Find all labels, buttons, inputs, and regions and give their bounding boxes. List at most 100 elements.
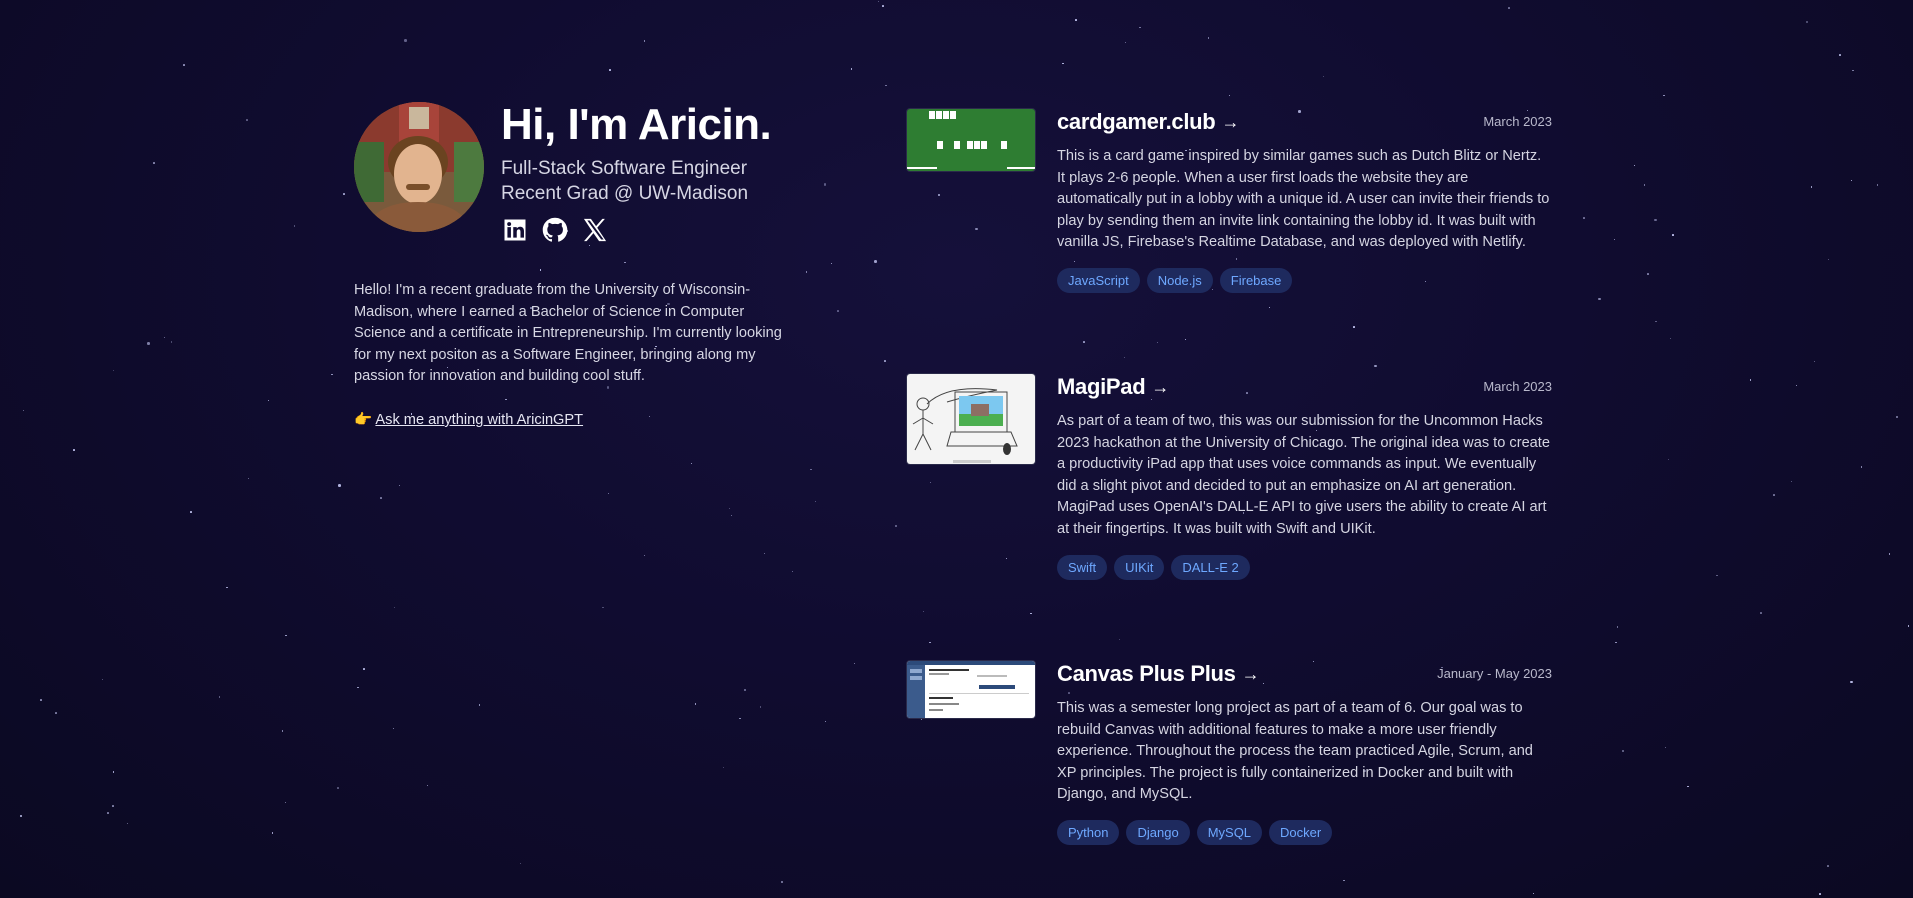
star [1810,186,1813,188]
tag: UIKit [1114,554,1165,580]
linkedin-link[interactable] [501,216,529,244]
star [127,823,129,825]
star [1207,37,1209,39]
star [183,64,185,66]
star [1838,54,1841,56]
star [1582,216,1585,219]
project-tags: Python Django MySQL Docker [1057,819,1552,845]
star [602,606,604,609]
star [107,812,109,815]
tag: Python [1057,819,1120,845]
github-link[interactable] [541,216,569,244]
star [1613,239,1615,241]
star [226,586,228,588]
project-description: This was a semester long project as part… [1057,700,1533,803]
tag: Django [1126,819,1190,845]
project-title-link[interactable]: MagiPad → [1057,373,1169,401]
star [1062,62,1064,65]
star [1268,307,1270,309]
star [1616,626,1619,628]
star [1687,785,1689,788]
star [1805,20,1809,24]
star [1773,494,1775,496]
star [112,369,115,372]
star [337,787,339,789]
star [19,814,23,818]
project-body: cardgamer.club → March 2023 This is a ca… [1057,108,1552,293]
star [1760,612,1762,614]
star [1665,746,1667,748]
project-date: March 2023 [1483,379,1552,394]
star [1667,459,1670,461]
star [218,696,221,698]
star [884,360,886,362]
star [379,497,382,499]
star [540,269,542,271]
star [1827,865,1829,867]
ask-aricingpt-link[interactable]: Ask me anything with AricinGPT [375,412,583,428]
star [1342,879,1345,882]
star [1655,320,1657,323]
project-title: MagiPad [1057,374,1146,399]
star [589,244,591,246]
star [22,410,24,412]
star [1907,625,1910,627]
star [520,862,522,864]
star [1654,218,1657,222]
star [837,309,840,312]
star [271,832,274,834]
star [792,570,794,573]
tag: Firebase [1219,267,1293,293]
star [343,193,345,195]
project-title-link[interactable]: Canvas Plus Plus → [1057,660,1260,688]
star [1895,415,1899,419]
star [1508,7,1510,9]
role-text: Full-Stack Software Engineer Recent Grad… [501,156,801,206]
project-description: As part of a team of two, this was our s… [1057,413,1550,537]
star [55,712,57,714]
x-link[interactable] [581,216,609,244]
star [248,478,250,480]
project-title-link[interactable]: cardgamer.club → [1057,108,1239,136]
star [1643,184,1646,186]
star [505,398,507,401]
bio-text: Hello! I'm a recent graduate from the Un… [354,282,782,385]
star [1030,613,1032,615]
star [874,260,877,263]
page: Hi, I'm Aricin. Full-Stack Software Engi… [0,0,1913,898]
star [331,374,333,376]
star [1005,558,1007,560]
star [739,717,742,720]
star [1850,680,1853,684]
star [1851,69,1854,72]
project-thumbnail[interactable] [906,660,1036,719]
star [284,801,286,803]
project-date: March 2023 [1483,114,1552,129]
pointing-hand-icon: 👉 [354,412,373,428]
star [853,662,855,664]
social-links [501,216,801,244]
x-icon [583,218,607,242]
project-body: MagiPad → March 2023 As part of a team o… [1057,373,1552,580]
star [1827,259,1830,261]
star [825,720,827,722]
star [170,341,173,343]
star [1633,165,1636,167]
star [1124,41,1127,44]
star [40,699,42,702]
arrow-right-icon: → [1151,377,1170,397]
star [153,162,156,164]
star [1749,379,1752,381]
star [1139,26,1141,29]
project-thumbnail[interactable] [906,373,1036,465]
project-thumbnail[interactable] [906,108,1036,172]
page-title: Hi, I'm Aricin. [501,100,772,149]
star [293,225,296,227]
star [357,686,359,689]
star [760,706,762,708]
star [831,262,833,264]
star [1323,76,1325,78]
star [404,39,407,42]
star [392,728,394,730]
star [163,336,165,339]
